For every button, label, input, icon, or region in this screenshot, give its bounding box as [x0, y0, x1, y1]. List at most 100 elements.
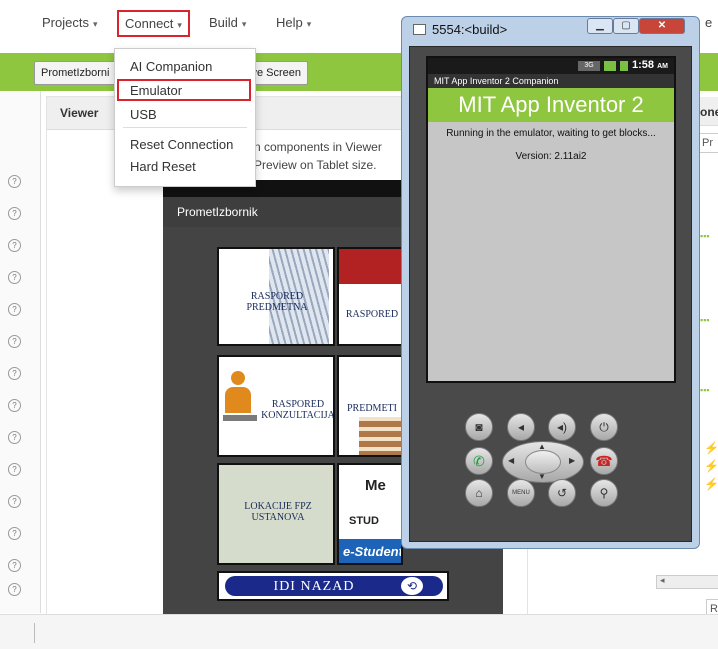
raspored-konzultacija-text: RASPORED KONZULTACIJA [261, 399, 335, 421]
minimize-button[interactable]: ▁ [587, 18, 613, 34]
dpad-down-icon[interactable]: ▼ [538, 472, 546, 481]
help-icon[interactable]: ? [8, 367, 21, 380]
ai-companion-menu-item[interactable]: AI Companion [130, 59, 212, 74]
components-header-fragment: one [700, 105, 718, 119]
properties-tab[interactable]: Pr [698, 133, 718, 153]
help-icon[interactable]: ? [8, 303, 21, 316]
idi-nazad-text: IDI NAZAD [273, 579, 355, 594]
usb-menu-item[interactable]: USB [130, 107, 157, 122]
companion-title-bar: MIT App Inventor 2 Companion [428, 74, 674, 88]
help-icon[interactable]: ? [8, 271, 21, 284]
help-icon[interactable]: ? [8, 175, 21, 188]
projects-menu[interactable]: Projects ▾ [42, 15, 98, 30]
scroll-left-icon[interactable]: ◂ [660, 575, 665, 586]
back-icon[interactable]: ↺ [548, 479, 576, 507]
emulator-status-message: Running in the emulator, waiting to get … [446, 128, 656, 139]
raspored-predmeta-tile[interactable]: RASPORED PREDMETNA [217, 247, 335, 346]
warning-icon: ⚡ [704, 477, 718, 491]
app-header: MIT App Inventor 2 [428, 88, 674, 122]
bottom-bar [0, 614, 718, 649]
chevron-down-icon: ▾ [92, 19, 98, 29]
reset-connection-menu-item[interactable]: Reset Connection [130, 137, 233, 152]
raspored-predmeta-text: RASPORED PREDMETNA [246, 291, 308, 313]
help-icon[interactable]: ? [8, 527, 21, 540]
chevron-down-icon: ▾ [306, 19, 312, 29]
battery-icon [620, 61, 628, 71]
viewer-title: Viewer [60, 106, 99, 120]
dpad-left-icon[interactable]: ◀ [508, 456, 514, 465]
warning-icon: ⚡ [704, 441, 718, 455]
volume-down-icon[interactable]: ◂ [507, 413, 535, 441]
end-call-icon[interactable]: ☎ [590, 447, 618, 475]
predmeti-text: PREDMETI [347, 403, 397, 414]
help-menu[interactable]: Help ▾ [276, 15, 311, 30]
dpad-center-button[interactable] [525, 450, 561, 474]
help-icon[interactable]: ? [8, 495, 21, 508]
help-menu-label: Help [276, 15, 303, 30]
home-icon[interactable]: ⌂ [465, 479, 493, 507]
connect-menu-label: Connect [125, 16, 174, 31]
screen-select-button[interactable]: PrometIzborni [34, 61, 122, 85]
help-icon[interactable]: ? [8, 583, 21, 596]
dpad-up-icon[interactable]: ▲ [538, 442, 546, 451]
warning-icon: ⚡ [704, 459, 718, 473]
e-student-text: e-Student [343, 544, 403, 559]
build-menu-label: Build [209, 15, 238, 30]
connect-menu[interactable]: Connect ▾ [117, 10, 190, 37]
help-icon[interactable]: ? [8, 335, 21, 348]
version-text: Version: 2.11ai2 [515, 151, 587, 162]
projects-menu-label: Projects [42, 15, 89, 30]
back-arrow-icon: ⟲ [401, 577, 423, 595]
bottom-divider [34, 623, 35, 643]
camera-icon[interactable]: ◙ [465, 413, 493, 441]
menu-edge-fragment: e [705, 15, 713, 30]
chevron-down-icon: ▾ [241, 19, 247, 29]
emulator-window-title: 5554:<build> [432, 22, 508, 37]
help-icon[interactable]: ? [8, 559, 21, 572]
emulator-menu-item[interactable]: Emulator [130, 83, 182, 98]
connect-dropdown-menu: AI Companion Emulator USB Reset Connecti… [114, 48, 256, 187]
help-icon[interactable]: ? [8, 239, 21, 252]
help-icon[interactable]: ? [8, 463, 21, 476]
power-icon[interactable]: ⏻ [590, 413, 618, 441]
idi-nazad-button[interactable]: IDI NAZAD ⟲ [217, 571, 449, 601]
block-marker-icon: ▪▪▪ [700, 231, 710, 241]
menu-divider [123, 127, 247, 128]
help-icon[interactable]: ? [8, 399, 21, 412]
dpad-right-icon[interactable]: ▶ [569, 456, 575, 465]
android-status-bar: 3G 1:58 AM [428, 58, 674, 74]
hard-reset-menu-item[interactable]: Hard Reset [130, 159, 196, 174]
raspored-text: RASPORED [345, 309, 399, 320]
lokacije-text: LOKACIJE FPZ USTANOVA [244, 501, 312, 523]
close-button[interactable]: ✕ [639, 18, 685, 34]
viewer-hint-line1: n components in Viewer [254, 140, 382, 154]
block-marker-icon: ▪▪▪ [700, 315, 710, 325]
network-icon: 3G [578, 61, 600, 71]
predmeti-tile[interactable]: PREDMETI [337, 355, 403, 457]
books-stack-image [359, 417, 401, 455]
call-icon[interactable]: ✆ [465, 447, 493, 475]
e-student-tile[interactable]: Me STUD e-Student [337, 463, 403, 565]
horizontal-scrollbar[interactable] [656, 575, 718, 589]
maximize-button[interactable]: ▢ [613, 18, 639, 34]
lokacije-tile[interactable]: LOKACIJE FPZ USTANOVA [217, 463, 335, 565]
volume-up-icon[interactable]: ◂) [548, 413, 576, 441]
help-icon[interactable]: ? [8, 431, 21, 444]
build-menu[interactable]: Build ▾ [209, 15, 246, 30]
help-icon[interactable]: ? [8, 207, 21, 220]
menu-button[interactable]: MENU [507, 479, 535, 507]
chevron-down-icon: ▾ [177, 20, 182, 30]
stud-text: STUD [349, 515, 379, 527]
me-text: Me [365, 477, 386, 494]
calendar-image [339, 249, 401, 284]
search-icon[interactable]: ⚲ [590, 479, 618, 507]
palette-column: ? ? ? ? ? ? ? ? ? ? ? ? ? ? [0, 91, 41, 613]
clock-text: 1:58 AM [632, 59, 668, 71]
signal-icon [604, 61, 616, 71]
block-marker-icon: ▪▪▪ [700, 385, 710, 395]
meeting-icon [223, 371, 261, 431]
raspored-tile[interactable]: RASPORED [337, 247, 403, 346]
window-icon [413, 24, 426, 35]
raspored-konzultacija-tile[interactable]: RASPORED KONZULTACIJA [217, 355, 335, 457]
tablet-preview-checkbox-label[interactable]: Preview on Tablet size. [254, 158, 377, 172]
